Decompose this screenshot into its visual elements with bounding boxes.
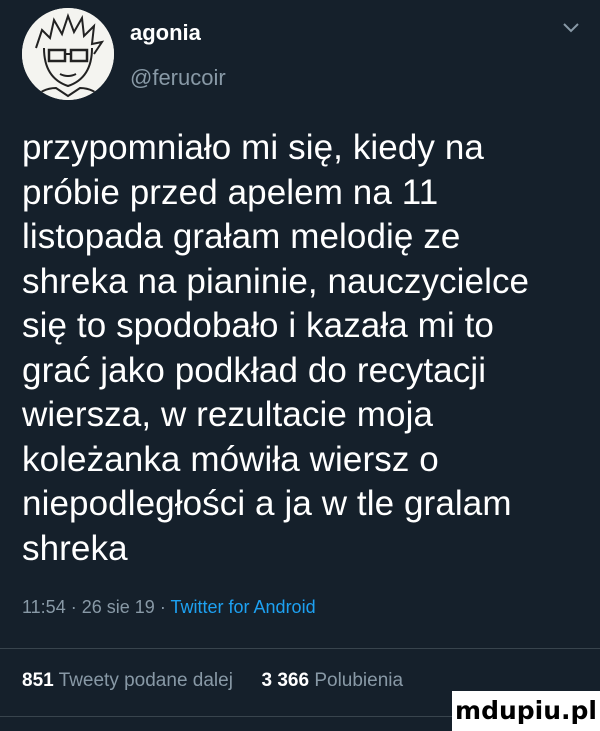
tweet-line: shreka na pianinie, nauczycielce — [22, 261, 530, 301]
author-display-name[interactable]: agonia — [130, 20, 201, 46]
tweet-text: przypomniało mi się, kiedy na próbie prz… — [22, 126, 582, 571]
tweet-line: grać jako podkład do recytacji — [22, 350, 487, 390]
divider — [0, 648, 600, 649]
tweet-line: koleżanka mówiła wiersz o — [22, 439, 439, 479]
sketch-portrait-avatar — [22, 8, 114, 100]
tweet-line: próbie przed apelem na 11 — [22, 172, 439, 212]
tweet-line: się to spodobało i kazała mi to — [22, 306, 494, 345]
tweet-line: shreka — [22, 528, 128, 568]
tweet-line: listopada grałam melodię ze — [22, 217, 461, 256]
avatar[interactable] — [22, 8, 114, 100]
tweet-meta: 11:54 · 26 sie 19 · Twitter for Android — [22, 597, 316, 618]
likes-label[interactable]: Polubienia — [314, 670, 403, 691]
tweet-time: 11:54 — [22, 597, 66, 617]
watermark-logo: mdupiu.pl — [452, 691, 600, 731]
meta-separator: · — [70, 597, 77, 617]
author-handle[interactable]: @ferucoir — [130, 65, 226, 91]
tweet-date: 26 sie 19 — [81, 597, 155, 617]
tweet-line: wiersza, w rezultacie moja — [22, 395, 434, 434]
tweet-line: niepodległości a ja w tle gralam — [22, 484, 512, 523]
chevron-down-icon[interactable] — [562, 22, 580, 34]
retweets-count[interactable]: 851 — [22, 670, 54, 691]
tweet-line: przypomniało mi się, kiedy na — [22, 128, 484, 167]
likes-count[interactable]: 3 366 — [262, 670, 310, 691]
tweet-header: agonia @ferucoir — [0, 0, 600, 110]
retweets-label[interactable]: Tweety podane dalej — [59, 670, 233, 691]
meta-separator: · — [159, 597, 166, 617]
tweet-source-link[interactable]: Twitter for Android — [171, 597, 316, 617]
tweet-stats: 851 Tweety podane dalej 3 366 Polubienia — [22, 670, 403, 692]
